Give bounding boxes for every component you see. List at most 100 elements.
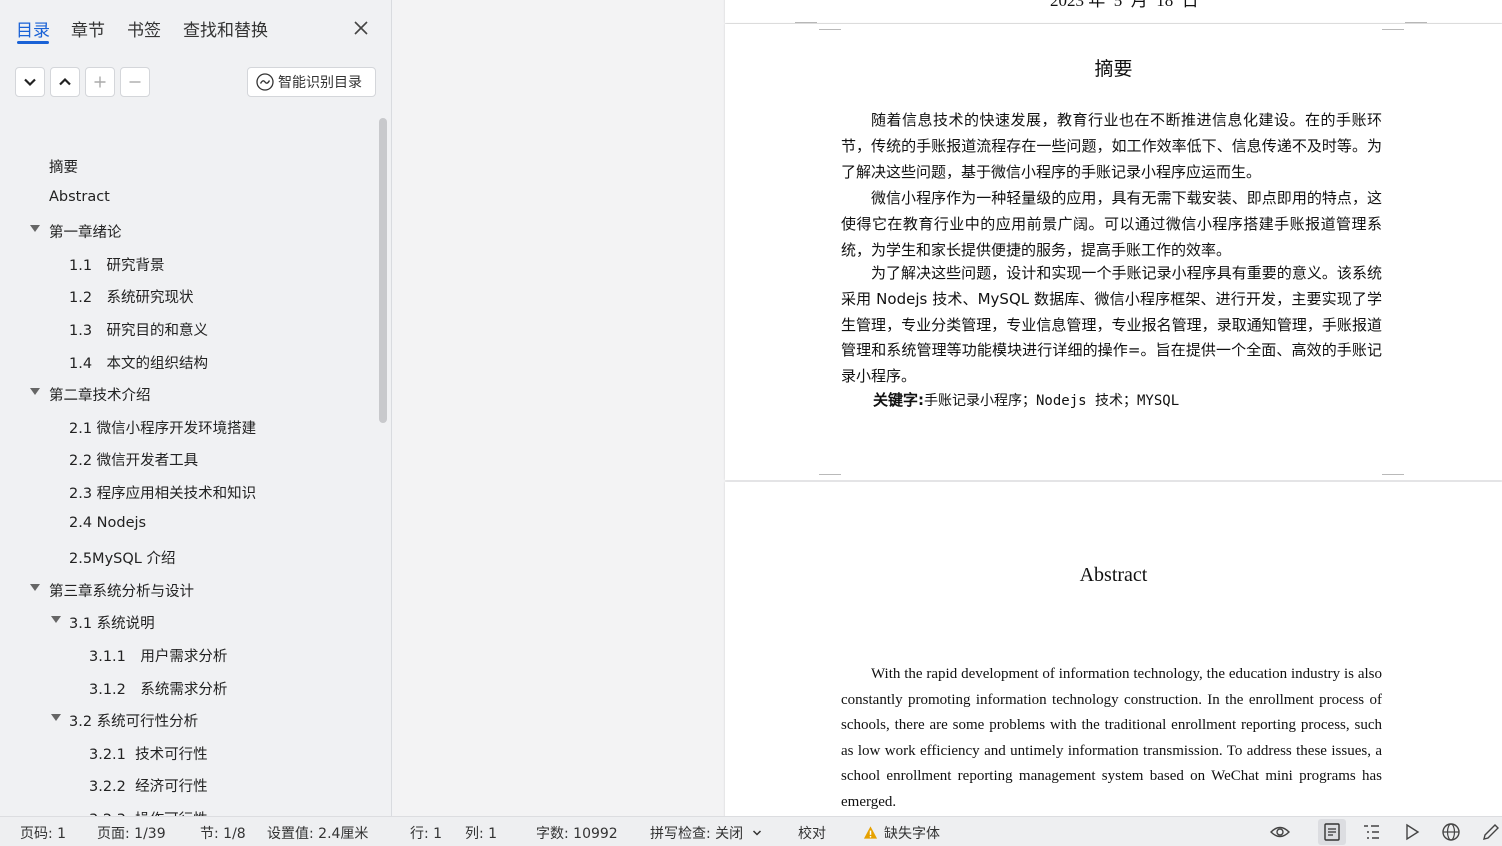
- status-row[interactable]: 行: 1: [410, 823, 442, 843]
- toc-item-label: 2.1 微信小程序开发环境搭建: [69, 420, 257, 437]
- status-spell-check[interactable]: 拼写检查: 关闭: [650, 823, 762, 843]
- toc-item[interactable]: 3.1 系统说明: [0, 606, 372, 636]
- toc-item[interactable]: 第二章技术介绍: [0, 378, 372, 408]
- toc-item-label: 2.2 微信开发者工具: [69, 453, 199, 470]
- caret-down-icon[interactable]: [30, 583, 40, 591]
- active-tab-indicator: [17, 41, 49, 44]
- web-view-icon[interactable]: [1440, 822, 1462, 842]
- toc-item[interactable]: 3.1.1 用户需求分析: [0, 639, 372, 669]
- toc-item[interactable]: 1.1 研究背景: [0, 248, 372, 278]
- document-date: 2023 年 5 月 18 日: [1050, 0, 1199, 10]
- toc-item-label: 1.4 本文的组织结构: [69, 355, 209, 372]
- warning-icon: [863, 826, 878, 839]
- cover-page-bottom: 2023 年 5 月 18 日: [725, 0, 1502, 23]
- abstract-heading-cn: 摘要: [1094, 58, 1133, 80]
- tab-toc[interactable]: 目录: [16, 16, 50, 41]
- margin-mark: [819, 24, 841, 30]
- nav-tab-bar: 目录 章节 书签 查找和替换: [0, 0, 392, 56]
- page-english-abstract: Abstract With the rapid development of i…: [725, 482, 1502, 816]
- eye-protection-icon[interactable]: [1269, 822, 1291, 842]
- toc-item-label: 3.2.1 技术可行性: [89, 746, 208, 763]
- status-missing-font[interactable]: 缺失字体: [863, 823, 940, 843]
- page-view-icon[interactable]: [1321, 822, 1343, 842]
- spell-check-label: 拼写检查: 关闭: [650, 826, 744, 842]
- toc-item-label: 2.4 Nodejs: [69, 514, 147, 531]
- status-page[interactable]: 页面: 1/39: [97, 823, 166, 843]
- margin-mark: [1382, 474, 1404, 480]
- toc-item[interactable]: 2.3 程序应用相关技术和知识: [0, 476, 372, 506]
- margin-mark: [1382, 24, 1404, 30]
- caret-down-icon[interactable]: [51, 616, 61, 624]
- toc-item-label: Abstract: [49, 188, 110, 205]
- toc-item[interactable]: 3.2 系统可行性分析: [0, 704, 372, 734]
- smart-toc-label: 智能识别目录: [278, 75, 362, 91]
- ai-recognize-icon: [256, 73, 274, 91]
- toc-item[interactable]: 1.4 本文的组织结构: [0, 346, 372, 376]
- toc-item[interactable]: 3.1.2 系统需求分析: [0, 672, 372, 702]
- status-column[interactable]: 列: 1: [465, 823, 497, 843]
- caret-down-icon[interactable]: [51, 714, 61, 722]
- toc-item[interactable]: 2.2 微信开发者工具: [0, 443, 372, 473]
- toc-scrollbar[interactable]: [379, 118, 387, 423]
- toc-item[interactable]: 摘要: [0, 150, 372, 180]
- toc-list: 摘要 Abstract 第一章绪论 1.1 研究背景 1.2 系统研究现状 1.3 研究目…: [0, 140, 392, 816]
- toc-item-label: 3.1 系统说明: [69, 616, 155, 633]
- remove-heading-button[interactable]: [120, 67, 150, 97]
- keywords-line: 关键字:手账记录小程序；Nodejs 技术；MYSQL: [873, 389, 1179, 410]
- close-icon[interactable]: [350, 17, 372, 39]
- toc-item[interactable]: 第三章系统分析与设计: [0, 574, 372, 604]
- toc-item[interactable]: 3.2.3 操作可行性: [0, 802, 372, 816]
- toc-item[interactable]: 第一章绪论: [0, 215, 372, 245]
- toc-item-label: 1.3 研究目的和意义: [69, 323, 209, 339]
- toc-item[interactable]: 2.1 微信小程序开发环境搭建: [0, 411, 372, 441]
- missing-font-label: 缺失字体: [884, 826, 940, 842]
- tab-bookmarks[interactable]: 书签: [127, 16, 161, 41]
- toc-item-label: 1.2 系统研究现状: [69, 290, 194, 307]
- status-proofread[interactable]: 校对: [798, 823, 826, 843]
- toc-item[interactable]: 1.3 研究目的和意义: [0, 313, 372, 343]
- outline-view-icon[interactable]: [1360, 822, 1382, 842]
- expand-down-button[interactable]: [15, 67, 45, 97]
- toc-item[interactable]: 3.2.2 经济可行性: [0, 769, 372, 799]
- margin-mark: [819, 474, 841, 480]
- add-heading-button[interactable]: [85, 67, 115, 97]
- toc-item-label: 2.3 程序应用相关技术和知识: [69, 486, 257, 502]
- document-canvas[interactable]: 2023 年 5 月 18 日 摘要 随着信息技术的快速发展，教育行业也在不断推…: [393, 0, 1502, 816]
- tab-find-replace[interactable]: 查找和替换: [183, 16, 268, 41]
- status-page-code[interactable]: 页码: 1: [20, 823, 66, 843]
- chevron-down-icon: [24, 78, 36, 87]
- abstract-heading-en: Abstract: [1079, 564, 1148, 586]
- toc-item-label: 3.2.3 操作可行性: [89, 808, 208, 816]
- status-word-count[interactable]: 字数: 10992: [536, 823, 618, 843]
- toc-item-label: 第三章系统分析与设计: [49, 583, 194, 600]
- margin-mark: [1405, 17, 1427, 23]
- toc-item-label: 摘要: [49, 160, 78, 176]
- abstract-paragraph-cn-3: 为了解决这些问题，设计和实现一个手账记录小程序具有重要的意义。该系统采用 Nod…: [841, 264, 1382, 386]
- toc-item-label: 1.1 研究背景: [69, 257, 165, 274]
- abstract-paragraph-cn-2: 微信小程序作为一种轻量级的应用，具有无需下载安装、即点即用的特点，这使得它在教育…: [841, 189, 1382, 259]
- play-icon[interactable]: [1401, 822, 1423, 842]
- caret-down-icon[interactable]: [30, 388, 40, 396]
- toc-item[interactable]: 2.5MySQL 介绍: [0, 541, 372, 571]
- toc-item-label: 3.1.1 用户需求分析: [89, 649, 228, 665]
- toc-item-label: 3.2 系统可行性分析: [69, 714, 199, 731]
- toc-item[interactable]: Abstract: [0, 183, 372, 213]
- pen-icon[interactable]: [1480, 822, 1502, 842]
- collapse-up-button[interactable]: [50, 67, 80, 97]
- smart-toc-button[interactable]: 智能识别目录: [247, 67, 376, 97]
- abstract-paragraph-en: With the rapid development of informatio…: [841, 666, 1382, 810]
- status-bar: 页码: 1 页面: 1/39 节: 1/8 设置值: 2.4厘米 行: 1 列:…: [0, 816, 1502, 846]
- toc-item[interactable]: 3.2.1 技术可行性: [0, 737, 372, 767]
- toc-item-label: 第二章技术介绍: [49, 388, 151, 405]
- toc-item-label: 2.5MySQL 介绍: [69, 551, 176, 568]
- toc-item[interactable]: 1.2 系统研究现状: [0, 280, 372, 310]
- chevron-up-icon: [59, 77, 71, 86]
- caret-down-icon[interactable]: [30, 225, 40, 233]
- status-setting-value[interactable]: 设置值: 2.4厘米: [267, 823, 368, 843]
- status-section[interactable]: 节: 1/8: [200, 823, 246, 843]
- margin-mark: [795, 17, 817, 23]
- toc-item[interactable]: 2.4 Nodejs: [0, 509, 372, 539]
- abstract-paragraph-cn-1: 随着信息技术的快速发展，教育行业也在不断推进信息化建设。在的手账环节，传统的手账…: [841, 111, 1382, 181]
- tab-chapters[interactable]: 章节: [71, 16, 105, 41]
- keywords-text: 手账记录小程序；Nodejs 技术；MYSQL: [924, 393, 1180, 409]
